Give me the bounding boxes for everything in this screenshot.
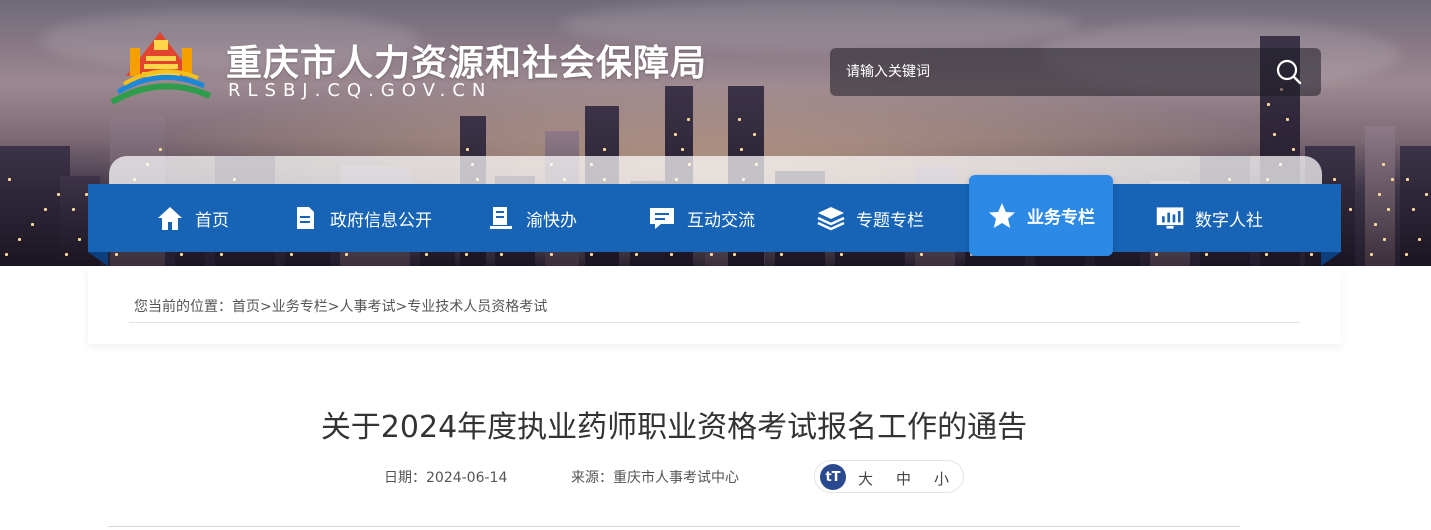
nav-item-digital-hrss[interactable]: 数字人社: [1155, 184, 1263, 252]
breadcrumb-link-home[interactable]: 首页: [232, 299, 260, 315]
nav-item-label: 专题专栏: [856, 210, 924, 231]
source-label: 来源：: [571, 470, 613, 486]
nav-item-label: 首页: [195, 210, 229, 231]
page: 重庆市人力资源和社会保障局 RLSBJ.CQ.GOV.CN 首页 政府信息公开 …: [0, 0, 1431, 530]
search-input[interactable]: [830, 48, 1260, 96]
breadcrumb-link-personnel-exam[interactable]: 人事考试: [339, 299, 395, 315]
search-icon[interactable]: [1275, 58, 1303, 86]
nav-item-gov-info[interactable]: 政府信息公开: [290, 184, 432, 252]
nav-item-yukuaiban[interactable]: 渝快办: [486, 184, 577, 252]
article-title: 关于2024年度执业药师职业资格考试报名工作的通告: [320, 410, 1028, 445]
layers-icon: [816, 203, 846, 233]
bureau-logo-icon: [110, 32, 212, 105]
monitor-icon: [1155, 203, 1185, 233]
nav-item-label: 渝快办: [526, 210, 577, 231]
book-icon: [486, 203, 516, 233]
font-size-control: tT 大 中 小: [814, 460, 964, 493]
font-size-large-button[interactable]: 大: [858, 468, 873, 489]
nav-item-special-topics[interactable]: 专题专栏: [816, 184, 924, 252]
chat-icon: [647, 203, 677, 233]
breadcrumb-link-professional-exam[interactable]: 专业技术人员资格考试: [407, 299, 547, 315]
date-label: 日期：: [384, 470, 426, 486]
article-source: 来源：重庆市人事考试中心: [571, 467, 739, 487]
nav-fold-left: [88, 252, 108, 266]
nav-item-interaction[interactable]: 互动交流: [647, 184, 755, 252]
site-title: 重庆市人力资源和社会保障局: [226, 43, 708, 84]
nav-item-home[interactable]: 首页: [155, 184, 229, 252]
source-value: 重庆市人事考试中心: [613, 470, 739, 486]
nav-item-label: 业务专栏: [1027, 208, 1095, 228]
document-icon: [290, 203, 320, 233]
breadcrumb-separator: >: [260, 299, 272, 315]
breadcrumb: 您当前的位置：首页>业务专栏>人事考试>专业技术人员资格考试: [134, 296, 547, 316]
nav-item-business[interactable]: 业务专栏: [969, 175, 1113, 256]
font-size-icon: tT: [820, 464, 846, 490]
nav-fold-right: [1321, 252, 1341, 266]
home-icon: [155, 203, 185, 233]
content-divider: [108, 526, 1240, 527]
breadcrumb-link-business[interactable]: 业务专栏: [272, 299, 328, 315]
star-icon: [987, 201, 1017, 231]
nav-item-label: 政府信息公开: [330, 210, 432, 231]
breadcrumb-separator: >: [395, 299, 408, 315]
breadcrumb-prefix: 您当前的位置：: [134, 299, 232, 315]
breadcrumb-divider: [129, 322, 1300, 323]
article-date: 日期：2024-06-14: [384, 467, 507, 487]
date-value: 2024-06-14: [426, 470, 508, 486]
font-size-small-button[interactable]: 小: [934, 468, 949, 489]
breadcrumb-separator: >: [327, 299, 340, 315]
search-bar: [830, 48, 1321, 96]
site-domain: RLSBJ.CQ.GOV.CN: [228, 80, 493, 101]
nav-item-label: 数字人社: [1195, 210, 1263, 231]
font-size-medium-button[interactable]: 中: [896, 468, 911, 489]
nav-item-label: 互动交流: [687, 210, 755, 231]
